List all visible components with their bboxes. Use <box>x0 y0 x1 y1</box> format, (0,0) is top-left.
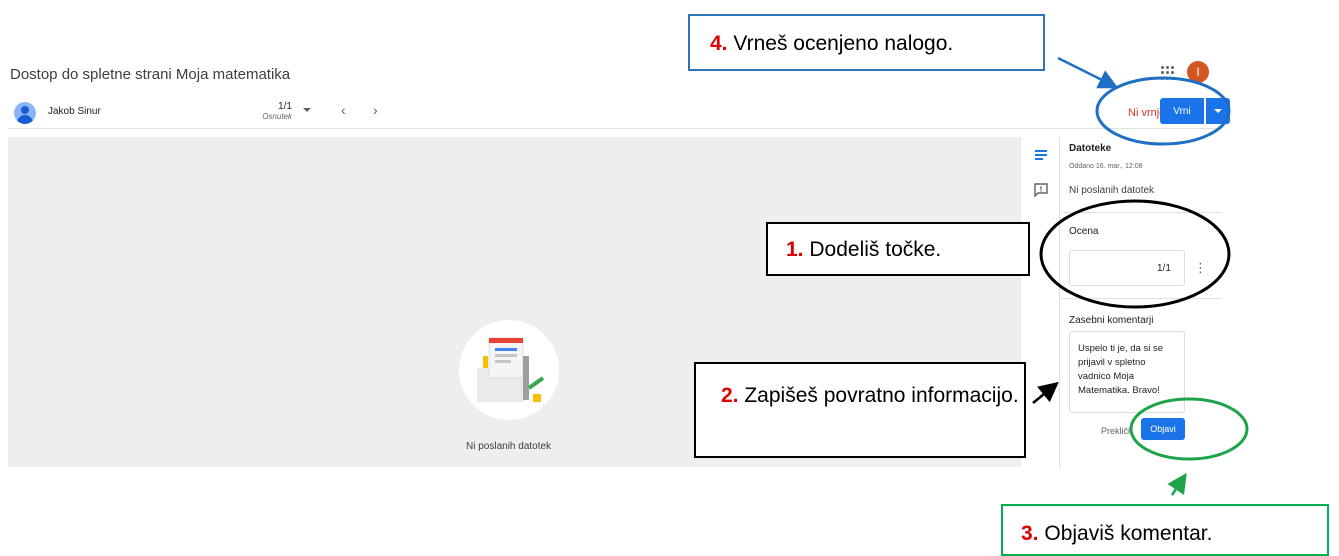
chevron-down-icon <box>1214 109 1222 113</box>
next-student-icon[interactable]: › <box>373 102 378 118</box>
callout-grade: 1. Dodeliš točke. <box>766 222 1030 276</box>
callout-return: 4. Vrneš ocenjeno nalogo. <box>688 14 1045 71</box>
submission-count: 1/1 <box>278 101 292 112</box>
student-name[interactable]: Jakob Sinur <box>48 106 101 117</box>
account-avatar[interactable]: I <box>1187 61 1209 83</box>
student-avatar <box>14 102 36 124</box>
return-options-button[interactable] <box>1206 98 1230 124</box>
empty-viewer-text: Ni poslanih datotek <box>466 441 552 452</box>
empty-files-illustration <box>459 320 559 420</box>
private-comment-input[interactable]: Uspelo ti je, da si se prijavil v spletn… <box>1069 331 1185 413</box>
files-title: Datoteke <box>1069 143 1112 154</box>
divider <box>1062 298 1222 299</box>
grade-value[interactable]: 1/1 <box>1157 263 1171 274</box>
page-title: Dostop do spletne strani Moja matematika <box>10 66 291 83</box>
divider <box>1062 212 1222 213</box>
student-dropdown-icon[interactable] <box>303 108 311 112</box>
apps-grid-icon[interactable] <box>1161 66 1175 80</box>
callout-post: 3. Objaviš komentar. <box>1001 504 1329 556</box>
callout-4-arrow <box>1057 56 1119 89</box>
comment-tab-icon[interactable] <box>1034 183 1048 198</box>
callout-number: 4. <box>710 32 728 55</box>
callout-text: Zapišeš povratno informacijo. <box>744 384 1019 407</box>
callout-feedback: 2. Zapišeš povratno informacijo. <box>694 362 1026 458</box>
callout-number: 2. <box>721 384 739 407</box>
private-comments-title: Zasebni komentarji <box>1069 315 1154 326</box>
post-button[interactable]: Objavi <box>1141 418 1185 440</box>
callout-number: 1. <box>786 238 804 261</box>
callout-text: Dodeliš točke. <box>809 238 942 261</box>
files-tab-icon[interactable] <box>1034 148 1048 162</box>
callout-number: 3. <box>1021 522 1039 545</box>
callout-3-arrow <box>1167 472 1187 496</box>
return-button[interactable]: Vrni <box>1160 98 1204 124</box>
submitted-timestamp: Oddano 16. mar., 12:08 <box>1069 163 1143 170</box>
grading-toolbar <box>8 97 1222 129</box>
callout-text: Vrneš ocenjeno nalogo. <box>733 32 954 55</box>
submission-status: Osnutek <box>262 112 292 121</box>
previous-student-icon[interactable]: ‹ <box>341 102 346 118</box>
callout-text: Objaviš komentar. <box>1044 522 1213 545</box>
no-files-text: Ni poslanih datotek <box>1069 185 1155 196</box>
cancel-button[interactable]: Prekliči <box>1101 426 1130 436</box>
more-vert-icon[interactable]: ⋮ <box>1194 260 1207 276</box>
submission-counter: 1/1 Osnutek <box>260 101 292 121</box>
grade-label: Ocena <box>1069 226 1099 237</box>
